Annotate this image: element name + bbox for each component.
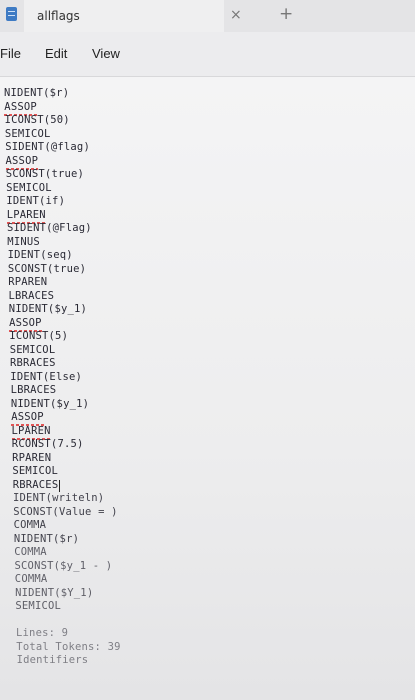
editor-line: SEMICOL: [9, 343, 56, 356]
editor-line: SEMICOL: [4, 127, 51, 140]
editor-line: Identifiers: [16, 654, 89, 666]
notepad-icon: [6, 7, 17, 21]
editor-line: ASSOP: [9, 316, 42, 329]
editor-line: ASSOP: [11, 411, 44, 423]
menu-edit[interactable]: Edit: [45, 46, 67, 61]
editor-line: SEMICOL: [12, 465, 59, 477]
editor-line: COMMA: [13, 519, 47, 531]
editor-line: COMMA: [14, 573, 48, 585]
editor-line: Total Tokens: 39: [16, 640, 121, 653]
title-bar: allflags × +: [0, 0, 415, 32]
editor-line: ICONST(50): [4, 114, 70, 126]
editor-line: SEMICOL: [6, 181, 52, 194]
tab-title: allflags: [37, 9, 80, 23]
editor-line: SIDENT(@Flag): [7, 222, 92, 234]
editor-line: IDENT(Else): [10, 370, 83, 383]
editor-line: RPAREN: [8, 276, 48, 288]
editor-line: IDENT(seq): [7, 249, 73, 261]
editor-line: SIDENT(@flag): [5, 141, 90, 153]
menu-file[interactable]: File: [0, 46, 21, 61]
menu-bar: File Edit View: [0, 32, 415, 77]
editor-line: ASSOP: [4, 100, 37, 113]
editor-line: SCONST(true): [7, 262, 87, 275]
editor-line: RPAREN: [12, 451, 52, 464]
editor-line: RBRACES: [10, 357, 56, 369]
editor-line: SEMICOL: [15, 600, 62, 612]
editor-line: MINUS: [7, 235, 40, 248]
editor-line: NIDENT($Y_1): [15, 586, 94, 599]
editor-line: IDENT(if): [6, 195, 66, 207]
editor-line: NIDENT($r): [4, 87, 70, 99]
editor-line: RCONST(7.5): [11, 438, 84, 450]
editor-line: RBRACES: [12, 478, 59, 491]
editor-line: NIDENT($y_1): [8, 303, 88, 315]
editor-line: ASSOP: [5, 154, 39, 167]
menu-view[interactable]: View: [92, 46, 120, 61]
editor-line: SCONST(true): [5, 168, 85, 180]
new-tab-icon[interactable]: +: [279, 6, 293, 23]
editor-line: LBRACES: [10, 384, 57, 396]
editor-line: LBRACES: [8, 289, 55, 302]
editor-line: SCONST(Value = ): [13, 505, 118, 518]
editor-line: NIDENT($y_1): [10, 397, 90, 410]
text-caret: [59, 479, 61, 492]
editor-line: LPAREN: [11, 424, 51, 437]
editor-line: LPAREN: [6, 208, 46, 221]
editor-line: NIDENT($r): [13, 532, 80, 545]
editor-line: COMMA: [14, 546, 47, 558]
editor-line: ICONST(5): [9, 330, 69, 342]
close-tab-icon[interactable]: ×: [230, 8, 242, 22]
editor-line: SCONST($y_1 - ): [14, 559, 113, 572]
editor-line: Lines: 9: [16, 627, 69, 639]
editor-line: IDENT(writeln): [13, 492, 105, 504]
